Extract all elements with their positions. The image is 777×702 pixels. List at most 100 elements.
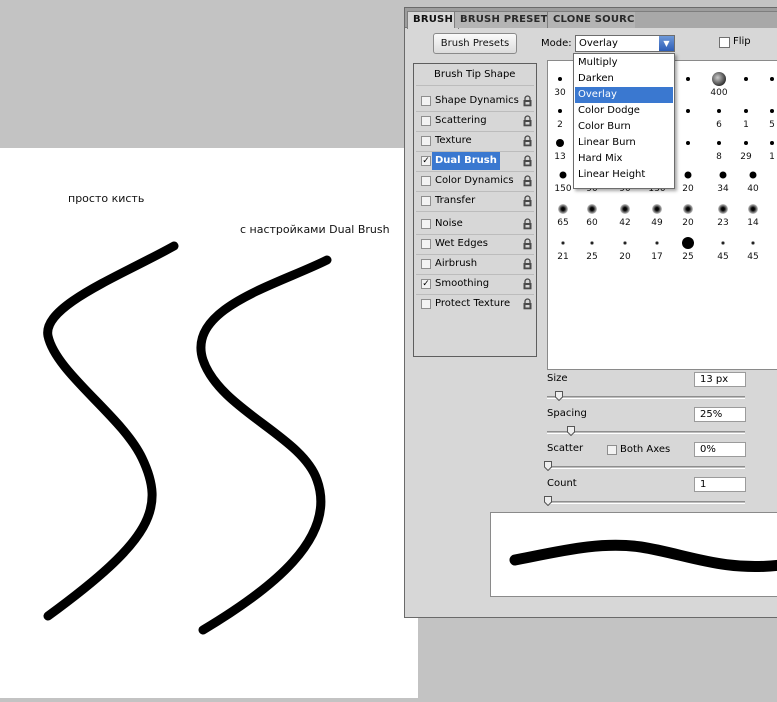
lock-icon[interactable] (522, 175, 533, 187)
list-item-color-dynamics[interactable]: Color Dynamics (416, 172, 534, 190)
lock-icon[interactable] (522, 238, 533, 250)
brush-tip-cell[interactable] (676, 99, 700, 131)
mode-option-hard-mix[interactable]: Hard Mix (575, 151, 673, 167)
brush-tip-cell[interactable]: 8 (707, 131, 731, 163)
brush-tip-cell[interactable]: 49 (645, 197, 669, 229)
spacing-field[interactable]: 25% (694, 407, 746, 422)
list-item-scattering[interactable]: Scattering (416, 112, 534, 130)
mode-option-color-burn[interactable]: Color Burn (575, 119, 673, 135)
lock-icon[interactable] (522, 278, 533, 290)
brush-tip-cell[interactable]: 20 (676, 163, 700, 195)
document-canvas[interactable]: просто кисть с настройками Dual Brush (0, 148, 418, 698)
list-item-texture[interactable]: Texture (416, 132, 534, 150)
size-field[interactable]: 13 px (694, 372, 746, 387)
mode-option-linear-height[interactable]: Linear Height (575, 167, 673, 183)
dual-brush-stroke (196, 255, 332, 635)
brush-tip-cell[interactable] (734, 67, 758, 99)
list-item-checkbox[interactable] (421, 299, 431, 309)
list-item-checkbox[interactable] (421, 239, 431, 249)
list-item-airbrush[interactable]: Airbrush (416, 255, 534, 273)
list-item-transfer[interactable]: Transfer (416, 192, 534, 210)
mode-option-color-dodge[interactable]: Color Dodge (575, 103, 673, 119)
list-item-shape-dynamics[interactable]: Shape Dynamics (416, 92, 534, 110)
list-item-checkbox[interactable] (421, 136, 431, 146)
brush-tip-cell[interactable]: 25 (580, 231, 604, 263)
count-slider-track[interactable] (547, 501, 745, 504)
list-item-checkbox[interactable]: ✓ (421, 279, 431, 289)
chevron-down-icon[interactable]: ▼ (659, 36, 674, 51)
spacing-slider-thumb[interactable] (567, 426, 575, 436)
list-item-brush-tip-shape[interactable]: Brush Tip Shape (416, 66, 534, 84)
brush-tip-cell[interactable]: 23 (711, 197, 735, 229)
both-axes-checkbox[interactable] (607, 445, 617, 455)
brush-tip-cell[interactable]: 1 (734, 99, 758, 131)
brush-tip-cell[interactable]: 6 (707, 99, 731, 131)
brush-tip-cell[interactable]: 21 (551, 231, 575, 263)
brush-tip-cell[interactable]: 45 (711, 231, 735, 263)
list-item-checkbox[interactable] (421, 176, 431, 186)
lock-icon[interactable] (522, 135, 533, 147)
size-slider-thumb[interactable] (555, 391, 563, 401)
brush-tip-cell[interactable] (676, 67, 700, 99)
list-item-checkbox[interactable] (421, 259, 431, 269)
list-item-smoothing[interactable]: ✓ Smoothing (416, 275, 534, 293)
brush-tip-cell[interactable]: 29 (734, 131, 758, 163)
brush-tip-cell[interactable]: 40 (741, 163, 765, 195)
flip-checkbox[interactable] (719, 37, 730, 48)
lock-icon[interactable] (522, 258, 533, 270)
lock-icon[interactable] (522, 155, 533, 167)
brush-tip-cell[interactable]: 34 (711, 163, 735, 195)
scatter-slider-thumb[interactable] (544, 461, 552, 471)
mode-option-darken[interactable]: Darken (575, 71, 673, 87)
brush-presets-button[interactable]: Brush Presets (433, 33, 517, 54)
brush-tip-cell[interactable]: 1 (760, 131, 777, 163)
size-slider-track[interactable] (547, 396, 745, 399)
brush-tip-shape (749, 171, 757, 179)
brush-tip-cell[interactable]: 42 (613, 197, 637, 229)
brush-tip-cell[interactable]: 20 (613, 231, 637, 263)
mode-option-linear-burn[interactable]: Linear Burn (575, 135, 673, 151)
brush-tip-cell[interactable]: 60 (580, 197, 604, 229)
list-item-checkbox[interactable] (421, 196, 431, 206)
list-item-wet-edges[interactable]: Wet Edges (416, 235, 534, 253)
list-item-dual-brush[interactable]: ✓ Dual Brush (416, 152, 534, 170)
lock-icon[interactable] (522, 218, 533, 230)
spacing-slider-track[interactable] (547, 431, 745, 434)
list-item-checkbox[interactable]: ✓ (421, 156, 431, 166)
tab-brush[interactable]: BRUSH (407, 11, 460, 29)
list-item-checkbox[interactable] (421, 219, 431, 229)
lock-icon[interactable] (522, 195, 533, 207)
brush-tip-cell[interactable]: 14 (741, 197, 765, 229)
scatter-slider-track[interactable] (547, 466, 745, 469)
list-item-noise[interactable]: Noise (416, 215, 534, 233)
tab-clone-source[interactable]: CLONE SOURCE (547, 11, 648, 28)
brush-tip-cell[interactable]: 20 (676, 197, 700, 229)
lock-icon[interactable] (522, 95, 533, 107)
brush-tip-cell[interactable]: 30 (548, 67, 572, 99)
mode-option-multiply[interactable]: Multiply (575, 55, 673, 71)
brush-tip-cell[interactable]: 13 (548, 131, 572, 163)
tab-brush-presets[interactable]: BRUSH PRESETS (454, 11, 562, 28)
scatter-field[interactable]: 0% (694, 442, 746, 457)
brush-tip-cell[interactable]: 400 (707, 67, 731, 99)
brush-tip-cell[interactable]: 65 (551, 197, 575, 229)
brush-tip-cell[interactable] (760, 67, 777, 99)
list-item-protect-texture[interactable]: Protect Texture (416, 295, 534, 313)
mode-option-overlay[interactable]: Overlay (575, 87, 673, 103)
mode-select[interactable]: Overlay ▼ (575, 35, 675, 52)
brush-tip-cell[interactable]: 45 (741, 231, 765, 263)
brush-tip-cell[interactable]: 5 (760, 99, 777, 131)
lock-icon[interactable] (522, 298, 533, 310)
count-field[interactable]: 1 (694, 477, 746, 492)
list-item-checkbox[interactable] (421, 116, 431, 126)
brush-tip-cell[interactable] (676, 131, 700, 163)
count-slider-thumb[interactable] (544, 496, 552, 506)
brush-tip-cell[interactable]: 2 (548, 99, 572, 131)
brush-tip-cell[interactable]: 25 (676, 231, 700, 263)
mode-dropdown-list[interactable]: Multiply Darken Overlay Color Dodge Color Bu… (573, 53, 675, 189)
list-item-checkbox[interactable] (421, 96, 431, 106)
brush-tip-cell[interactable]: 17 (645, 231, 669, 263)
brush-tip-shape (770, 77, 774, 81)
lock-icon[interactable] (522, 115, 533, 127)
brush-tip-cell[interactable]: 150 (551, 163, 575, 195)
